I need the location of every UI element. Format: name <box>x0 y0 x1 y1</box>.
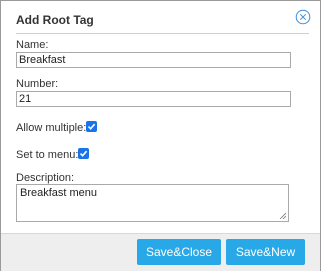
save-close-button[interactable]: Save&Close <box>137 239 221 265</box>
set-to-menu-label: Set to menu: <box>16 149 79 161</box>
dialog-header: Add Root Tag <box>1 1 320 33</box>
description-label: Description: <box>16 172 75 184</box>
add-root-tag-dialog: Add Root Tag Name: Breakfast Number: 21 … <box>0 0 321 271</box>
name-input[interactable]: Breakfast <box>16 52 291 68</box>
allow-multiple-checkbox[interactable] <box>86 121 97 132</box>
save-new-button[interactable]: Save&New <box>226 239 305 265</box>
title-divider <box>16 33 309 34</box>
dialog-footer: Save&Close Save&New <box>1 233 320 271</box>
set-to-menu-checkbox[interactable] <box>78 148 89 159</box>
checkmark-icon <box>79 150 88 157</box>
description-text: Breakfast menu <box>20 187 98 199</box>
number-label: Number: <box>16 78 59 90</box>
description-textarea[interactable]: Breakfast menu <box>16 184 289 222</box>
resize-grip-icon[interactable] <box>279 212 286 219</box>
dialog-title: Add Root Tag <box>16 13 94 27</box>
name-label: Name: <box>16 39 49 51</box>
checkmark-icon <box>87 123 96 130</box>
number-input[interactable]: 21 <box>16 91 291 107</box>
allow-multiple-label: Allow multiple: <box>16 122 87 134</box>
close-icon[interactable] <box>295 9 311 25</box>
